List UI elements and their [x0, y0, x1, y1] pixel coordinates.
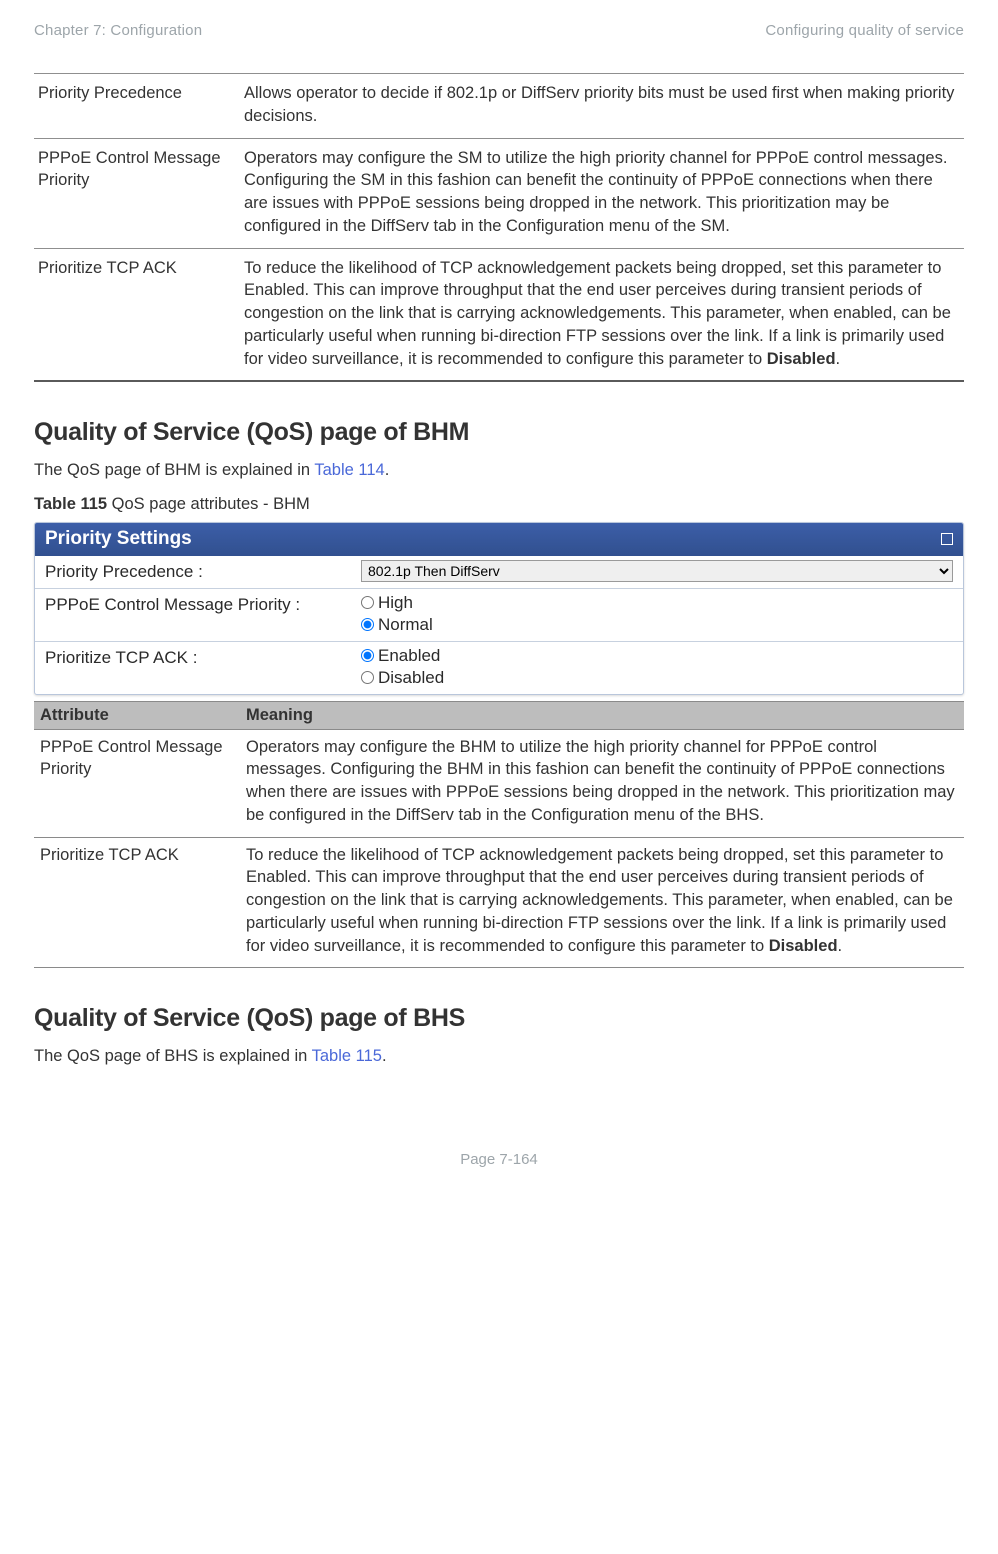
radio-label: High [378, 593, 413, 613]
radio-option-normal: Normal [361, 615, 953, 635]
attr-name: Priority Precedence [34, 74, 240, 139]
attr-name: PPPoE Control Message Priority [34, 729, 240, 837]
tcp-radio-enabled[interactable] [361, 649, 374, 662]
header-section: Configuring quality of service [765, 22, 964, 39]
row-label: PPPoE Control Message Priority : [35, 589, 357, 621]
section-intro: The QoS page of BHM is explained in Tabl… [34, 459, 964, 482]
pppoe-radio-normal[interactable] [361, 618, 374, 631]
radio-label: Disabled [378, 668, 444, 688]
document-page: Chapter 7: Configuration Configuring qua… [0, 0, 998, 1202]
panel-row-priority-precedence: Priority Precedence : 802.1p Then DiffSe… [35, 556, 963, 588]
caption-bold: Table 115 [34, 495, 107, 513]
attr-name: Prioritize TCP ACK [34, 248, 240, 381]
section-heading-bhs: Quality of Service (QoS) page of BHS [34, 1004, 964, 1033]
attribute-table-bhm: Attribute Meaning PPPoE Control Message … [34, 701, 964, 969]
panel-row-pppoe: PPPoE Control Message Priority : High No… [35, 588, 963, 641]
radio-option-disabled: Disabled [361, 668, 953, 688]
radio-option-high: High [361, 593, 953, 613]
intro-pre: The QoS page of BHS is explained in [34, 1047, 312, 1065]
page-footer: Page 7-164 [34, 1151, 964, 1168]
table-row: PPPoE Control Message Priority Operators… [34, 729, 964, 837]
intro-pre: The QoS page of BHM is explained in [34, 461, 314, 479]
table-caption: Table 115 QoS page attributes - BHM [34, 495, 964, 514]
panel-title-bar: Priority Settings [35, 523, 963, 556]
radio-label: Enabled [378, 646, 440, 666]
attr-meaning: To reduce the likelihood of TCP acknowle… [240, 248, 964, 381]
header-chapter: Chapter 7: Configuration [34, 22, 202, 39]
row-control: Enabled Disabled [357, 642, 963, 694]
panel-collapse-icon[interactable] [941, 533, 953, 545]
meaning-post: . [836, 350, 841, 368]
table-header-row: Attribute Meaning [34, 701, 964, 729]
top-attribute-table: Priority Precedence Allows operator to d… [34, 73, 964, 382]
radio-label: Normal [378, 615, 433, 635]
attr-meaning: To reduce the likelihood of TCP acknowle… [240, 837, 964, 968]
row-control: 802.1p Then DiffServ [357, 556, 963, 588]
pppoe-radio-high[interactable] [361, 596, 374, 609]
row-label: Prioritize TCP ACK : [35, 642, 357, 674]
table-row: Prioritize TCP ACK To reduce the likelih… [34, 837, 964, 968]
section-heading-bhm: Quality of Service (QoS) page of BHM [34, 418, 964, 447]
intro-post: . [382, 1047, 387, 1065]
meaning-post: . [838, 937, 843, 955]
panel-body: Priority Precedence : 802.1p Then DiffSe… [35, 556, 963, 694]
attr-name: PPPoE Control Message Priority [34, 138, 240, 248]
meaning-text: To reduce the likelihood of TCP acknowle… [246, 846, 953, 955]
row-control: High Normal [357, 589, 963, 641]
meaning-bold: Disabled [769, 937, 838, 955]
col-attribute: Attribute [34, 701, 240, 729]
attr-meaning: Allows operator to decide if 802.1p or D… [240, 74, 964, 139]
table-link[interactable]: Table 115 [312, 1047, 382, 1065]
tcp-radio-disabled[interactable] [361, 671, 374, 684]
caption-rest: QoS page attributes - BHM [107, 495, 310, 513]
intro-post: . [385, 461, 390, 479]
panel-row-tcpack: Prioritize TCP ACK : Enabled Disabled [35, 641, 963, 694]
table-link[interactable]: Table 114 [314, 461, 384, 479]
col-meaning: Meaning [240, 701, 964, 729]
running-header: Chapter 7: Configuration Configuring qua… [34, 22, 964, 39]
table-row: PPPoE Control Message Priority Operators… [34, 138, 964, 248]
priority-settings-panel: Priority Settings Priority Precedence : … [34, 522, 964, 695]
row-label: Priority Precedence : [35, 556, 357, 588]
table-row: Priority Precedence Allows operator to d… [34, 74, 964, 139]
meaning-bold: Disabled [767, 350, 836, 368]
section-intro: The QoS page of BHS is explained in Tabl… [34, 1045, 964, 1068]
priority-precedence-select[interactable]: 802.1p Then DiffServ [361, 560, 953, 582]
meaning-text: To reduce the likelihood of TCP acknowle… [244, 259, 951, 368]
attr-meaning: Operators may configure the SM to utiliz… [240, 138, 964, 248]
panel-title-text: Priority Settings [45, 528, 192, 550]
table-row: Prioritize TCP ACK To reduce the likelih… [34, 248, 964, 381]
attr-name: Prioritize TCP ACK [34, 837, 240, 968]
radio-option-enabled: Enabled [361, 646, 953, 666]
attr-meaning: Operators may configure the BHM to utili… [240, 729, 964, 837]
